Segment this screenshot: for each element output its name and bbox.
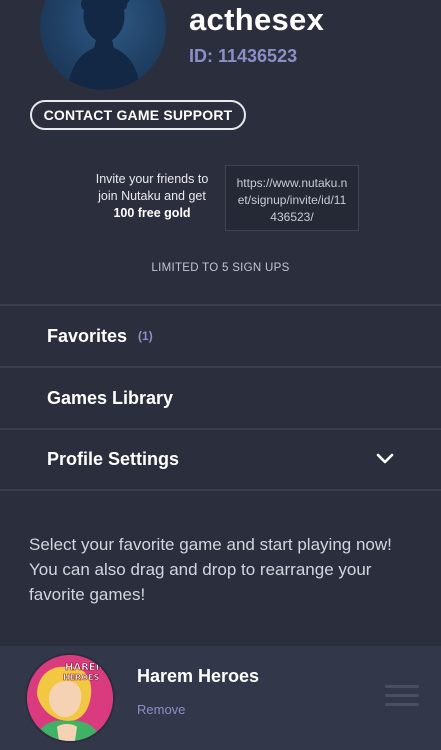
signup-limit-note: LIMITED TO 5 SIGN UPS — [151, 262, 290, 274]
invite-bonus: 100 free gold — [113, 206, 191, 220]
invite-line-1: Invite your friends to — [95, 172, 209, 186]
game-logo-line-1: HAREM — [65, 662, 106, 673]
profile-username: acthesex — [189, 2, 325, 37]
avatar-silhouette-icon — [68, 0, 140, 90]
game-logo-line-2: HEROES — [63, 673, 100, 682]
invite-link-box[interactable]: https://www.nutaku.net/signup/invite/id/… — [225, 165, 359, 231]
chevron-down-icon[interactable] — [375, 451, 395, 467]
invite-description: Invite your friends to join Nutaku and g… — [72, 171, 232, 222]
contact-game-support-button[interactable]: CONTACT GAME SUPPORT — [30, 100, 246, 130]
drag-handle-icon[interactable] — [385, 683, 419, 709]
game-title[interactable]: Harem Heroes — [137, 666, 259, 687]
menu-item-favorites[interactable]: Favorites (1) — [0, 304, 441, 366]
remove-game-link[interactable]: Remove — [137, 702, 185, 717]
favorites-help-text: Select your favorite game and start play… — [29, 535, 392, 604]
game-thumbnail[interactable]: HAREM HEROES — [25, 653, 115, 743]
menu-item-games-library-label: Games Library — [47, 387, 174, 408]
menu-item-games-library[interactable]: Games Library — [0, 366, 441, 428]
menu-item-profile-settings-label: Profile Settings — [47, 449, 180, 469]
avatar — [40, 0, 166, 90]
profile-id: ID: 11436523 — [189, 46, 298, 66]
favorites-count-badge: (1) — [138, 329, 153, 343]
menu-item-profile-settings[interactable]: Profile Settings — [0, 428, 441, 491]
harem-heroes-logo-icon: HAREM HEROES — [27, 655, 113, 741]
favorite-game-item[interactable]: HAREM HEROES Harem Heroes Remove — [0, 646, 441, 750]
menu-item-favorites-label: Favorites — [47, 325, 128, 346]
invite-line-2: join Nutaku and get — [98, 189, 206, 203]
